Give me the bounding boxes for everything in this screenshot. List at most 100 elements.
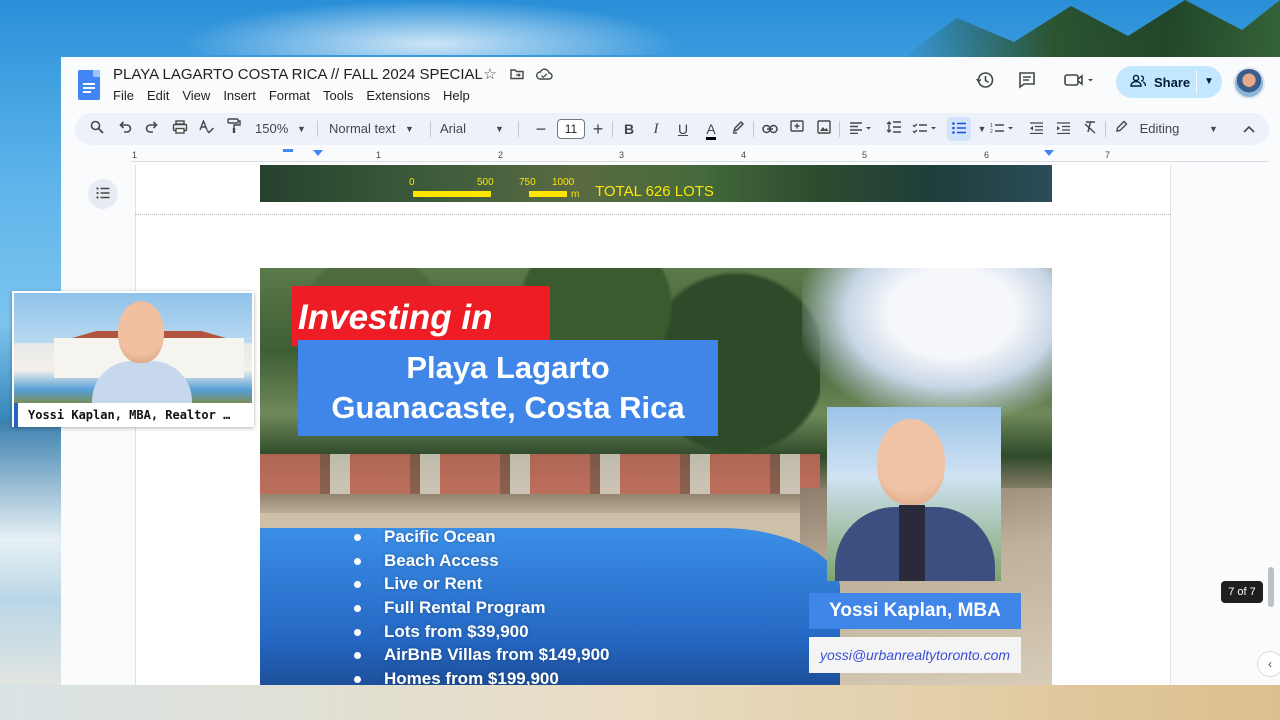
share-button[interactable]: Share ▼ xyxy=(1116,66,1222,98)
chevron-down-icon: ▼ xyxy=(405,124,414,134)
toolbar-divider xyxy=(753,121,754,137)
webcam-name-label: Yossi Kaplan, MBA, Realtor … xyxy=(14,403,252,427)
clear-formatting-icon[interactable] xyxy=(1079,113,1101,145)
lot-map-image[interactable]: 0 500 750 1000 m TOTAL 626 LOTS xyxy=(260,165,1052,202)
share-divider xyxy=(1196,70,1197,94)
menu-edit[interactable]: Edit xyxy=(147,88,175,103)
font-select[interactable]: Arial ▼ xyxy=(440,113,515,145)
webcam-video xyxy=(14,293,252,403)
bulleted-list-icon[interactable] xyxy=(947,117,971,141)
list-item: Full Rental Program xyxy=(350,596,610,620)
editing-mode-select[interactable]: Editing ▼ xyxy=(1115,113,1225,145)
background-palm-trees xyxy=(900,0,1280,60)
style-select[interactable]: Normal text ▼ xyxy=(329,113,427,145)
redo-icon[interactable] xyxy=(141,113,163,145)
toolbar-divider xyxy=(317,121,318,137)
align-icon[interactable] xyxy=(847,113,877,145)
link-icon[interactable] xyxy=(759,113,781,145)
agent-face xyxy=(877,419,945,505)
paint-format-icon[interactable] xyxy=(223,113,245,145)
ruler-number: 6 xyxy=(984,150,990,160)
ruler-number: 4 xyxy=(741,150,747,160)
zoom-select[interactable]: 150% ▼ xyxy=(255,113,311,145)
feature-list: Pacific Ocean Beach Access Live or Rent … xyxy=(350,525,610,685)
menu-view[interactable]: View xyxy=(182,88,216,103)
decrease-font-size-icon[interactable]: − xyxy=(530,113,552,145)
checklist-icon[interactable] xyxy=(911,113,941,145)
increase-indent-icon[interactable] xyxy=(1052,113,1074,145)
toolbar-divider xyxy=(839,121,840,137)
first-line-indent-marker[interactable] xyxy=(283,149,293,152)
map-scale-750: 750 xyxy=(519,177,536,188)
bold-button[interactable]: B xyxy=(618,113,640,145)
text-color-glyph: A xyxy=(706,121,716,140)
image-icon[interactable] xyxy=(813,113,835,145)
collapse-icon[interactable] xyxy=(1238,113,1260,145)
folder-move-icon[interactable] xyxy=(508,66,526,84)
comment-icon[interactable] xyxy=(1015,70,1039,94)
chevron-down-icon: ▼ xyxy=(1209,124,1218,134)
page-indicator: 7 of 7 xyxy=(1221,581,1263,603)
menu-extensions[interactable]: Extensions xyxy=(366,88,436,103)
title-bar: PLAYA LAGARTO COSTA RICA // FALL 2024 SP… xyxy=(61,57,1280,109)
font-size-input[interactable]: 11 xyxy=(557,119,585,139)
add-comment-icon[interactable] xyxy=(786,113,808,145)
ruler-line xyxy=(131,161,1269,162)
text-color-button[interactable]: A xyxy=(700,113,722,145)
print-icon[interactable] xyxy=(169,113,191,145)
undo-icon[interactable] xyxy=(114,113,136,145)
location-line-2: Guanacaste, Costa Rica xyxy=(331,390,685,425)
left-indent-marker[interactable] xyxy=(313,150,323,156)
underline-button[interactable]: U xyxy=(672,113,694,145)
agent-email: yossi@urbanrealtytoronto.com xyxy=(809,637,1021,673)
svg-text:2: 2 xyxy=(990,129,993,134)
document-title[interactable]: PLAYA LAGARTO COSTA RICA // FALL 2024 SP… xyxy=(113,66,483,83)
ruler-number: 2 xyxy=(498,150,504,160)
search-icon[interactable] xyxy=(86,113,108,145)
menu-format[interactable]: Format xyxy=(269,88,316,103)
italic-button[interactable]: I xyxy=(645,113,667,145)
decrease-indent-icon[interactable] xyxy=(1025,113,1047,145)
avatar[interactable] xyxy=(1233,67,1265,99)
spellcheck-icon[interactable] xyxy=(196,113,218,145)
cloud-saved-icon[interactable] xyxy=(535,66,553,84)
menu-help[interactable]: Help xyxy=(443,88,476,103)
map-scale-unit: m xyxy=(571,189,580,200)
background-waves xyxy=(0,420,62,720)
ruler-number: 5 xyxy=(862,150,868,160)
list-item: Live or Rent xyxy=(350,572,610,596)
map-scale-0: 0 xyxy=(409,177,415,188)
pencil-icon xyxy=(1115,113,1133,145)
right-indent-marker[interactable] xyxy=(1044,150,1054,156)
history-icon[interactable] xyxy=(973,70,997,94)
star-icon[interactable]: ☆ xyxy=(481,66,499,84)
map-scale-500: 500 xyxy=(477,177,494,188)
menu-file[interactable]: File xyxy=(113,88,140,103)
background-clouds xyxy=(180,0,680,55)
vertical-scrollbar[interactable] xyxy=(1268,567,1274,607)
toolbar-divider xyxy=(518,121,519,137)
video-call-icon[interactable] xyxy=(1061,70,1097,94)
toolbar-divider xyxy=(612,121,613,137)
line-spacing-icon[interactable] xyxy=(883,113,905,145)
zoom-value: 150% xyxy=(255,121,289,136)
numbered-list-icon[interactable]: 12 xyxy=(989,113,1019,145)
docs-logo-icon[interactable] xyxy=(78,70,100,100)
list-item: Pacific Ocean xyxy=(350,525,610,549)
menu-insert[interactable]: Insert xyxy=(223,88,262,103)
highlight-color-icon[interactable] xyxy=(727,113,749,145)
menu-tools[interactable]: Tools xyxy=(323,88,359,103)
style-value: Normal text xyxy=(329,121,396,136)
ruler-number: 1 xyxy=(132,150,138,160)
flyer-villas xyxy=(260,454,820,494)
increase-font-size-icon[interactable]: + xyxy=(587,113,609,145)
map-total-lots: TOTAL 626 LOTS xyxy=(595,183,714,200)
webcam-overlay[interactable]: Yossi Kaplan, MBA, Realtor … xyxy=(12,291,254,427)
horizontal-ruler[interactable]: 1 1 2 3 4 5 6 7 xyxy=(131,149,1269,165)
font-value: Arial xyxy=(440,121,467,136)
share-people-icon xyxy=(1130,74,1147,91)
share-dropdown-icon[interactable]: ▼ xyxy=(1204,66,1214,98)
outline-icon[interactable] xyxy=(88,179,118,209)
side-panel-toggle-icon[interactable]: ‹ xyxy=(1257,651,1280,677)
promo-flyer-image[interactable]: Investing in Playa Lagarto Guanacaste, C… xyxy=(260,268,1052,685)
